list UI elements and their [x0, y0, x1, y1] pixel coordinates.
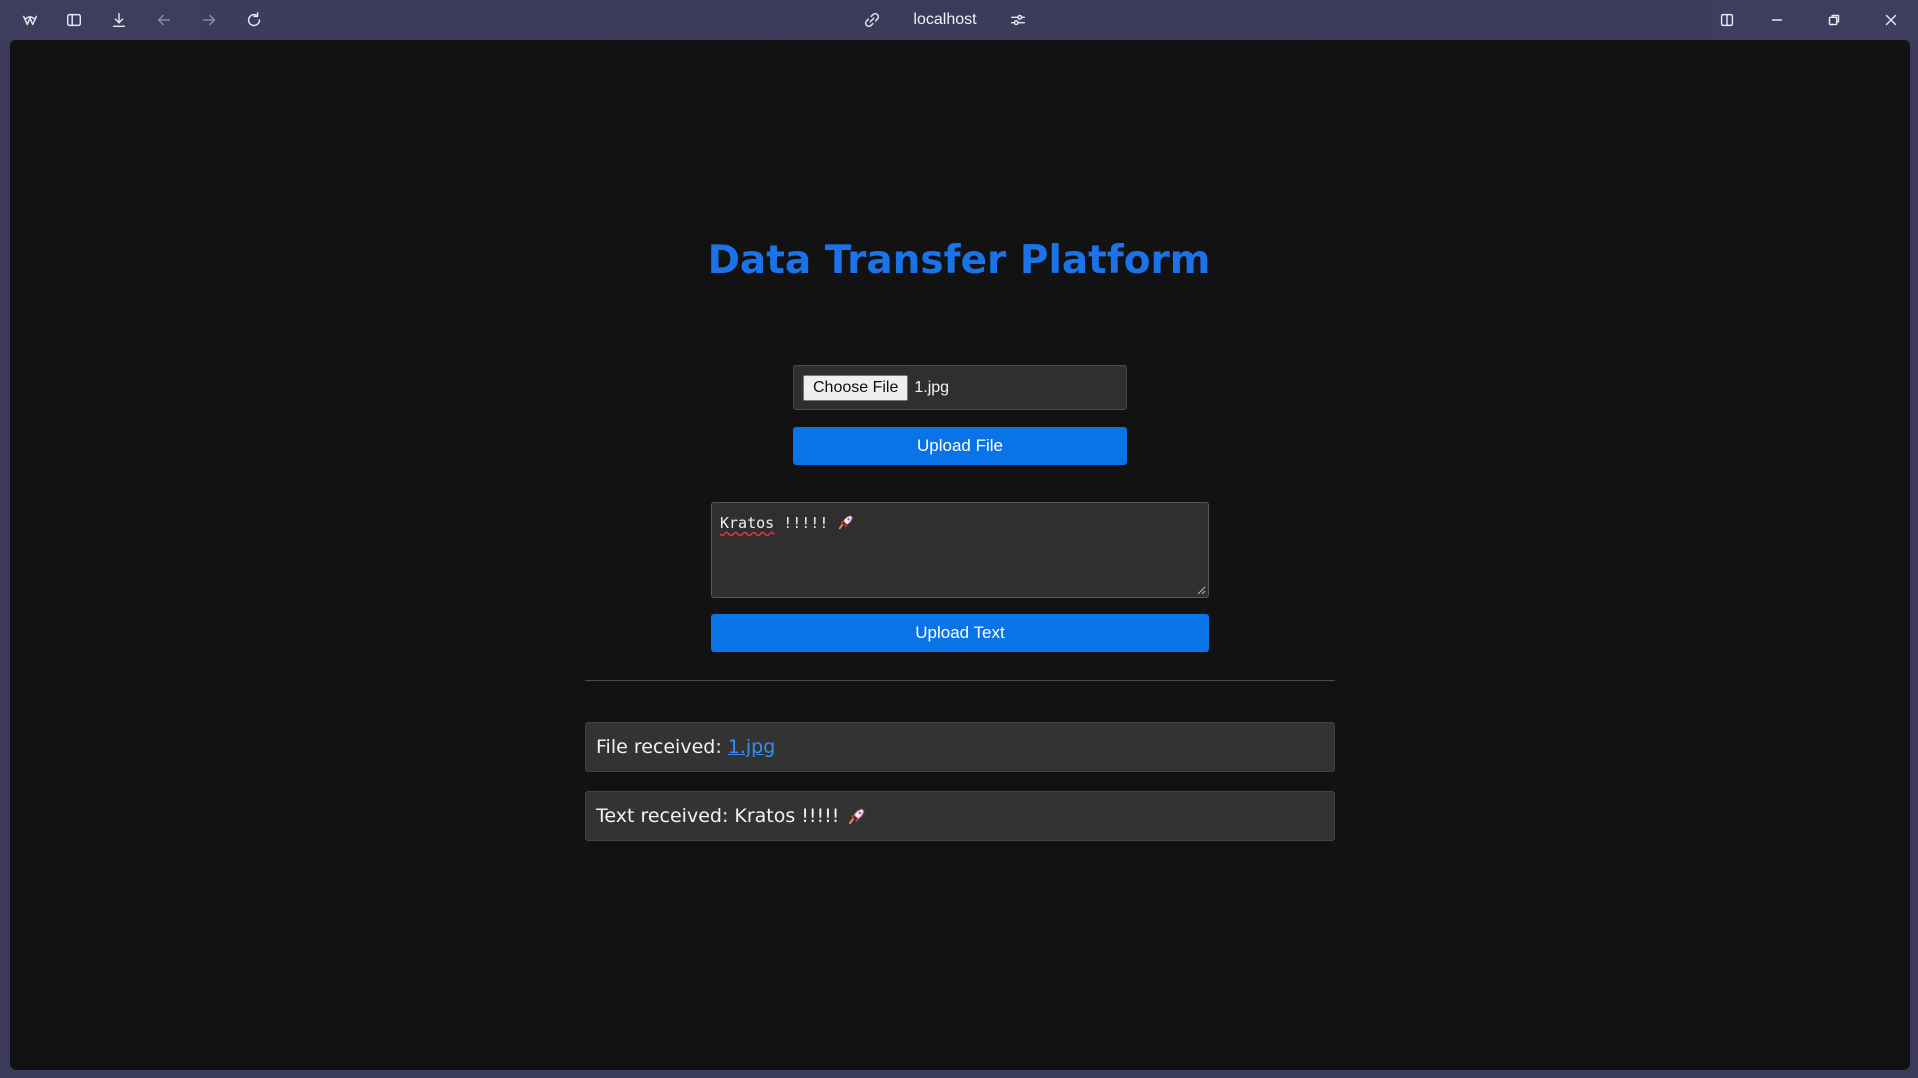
resize-grip-icon[interactable] [1196, 585, 1206, 595]
browser-titlebar: localhost [0, 0, 1918, 40]
reload-icon[interactable] [238, 6, 270, 34]
address-bar[interactable]: localhost [860, 6, 1030, 34]
site-settings-icon[interactable] [1006, 8, 1030, 32]
text-received-panel: Text received: Kratos !!!!! [585, 791, 1335, 841]
back-arrow-icon[interactable] [148, 6, 180, 34]
text-received-label: Text received: [596, 805, 729, 827]
file-input[interactable]: Choose File 1.jpg [793, 365, 1127, 410]
choose-file-button[interactable]: Choose File [803, 374, 909, 401]
minimize-icon[interactable] [1761, 6, 1793, 34]
rocket-icon [839, 515, 854, 530]
text-input-word: Kratos [720, 514, 775, 532]
upload-text-button[interactable]: Upload Text [711, 614, 1209, 652]
sidebar-icon[interactable] [58, 6, 90, 34]
restore-icon[interactable] [1818, 6, 1850, 34]
link-icon [860, 8, 884, 32]
text-input-rest: !!!!! [774, 514, 838, 532]
file-received-label: File received: [596, 736, 722, 758]
download-icon[interactable] [103, 6, 135, 34]
upload-file-button[interactable]: Upload File [793, 427, 1127, 465]
app-logo-icon[interactable] [14, 6, 46, 34]
url-text[interactable]: localhost [913, 11, 976, 29]
text-input[interactable]: Kratos !!!!! [711, 502, 1209, 598]
file-received-link[interactable]: 1.jpg [728, 736, 776, 758]
close-icon[interactable] [1875, 6, 1907, 34]
forward-arrow-icon[interactable] [193, 6, 225, 34]
split-view-icon[interactable] [1711, 6, 1743, 34]
page-title: Data Transfer Platform [707, 238, 1211, 283]
divider [585, 680, 1335, 681]
text-received-value: Kratos !!!!! [734, 805, 840, 827]
file-received-panel: File received: 1.jpg [585, 722, 1335, 772]
selected-file-name: 1.jpg [914, 378, 950, 396]
rocket-icon [849, 808, 865, 824]
